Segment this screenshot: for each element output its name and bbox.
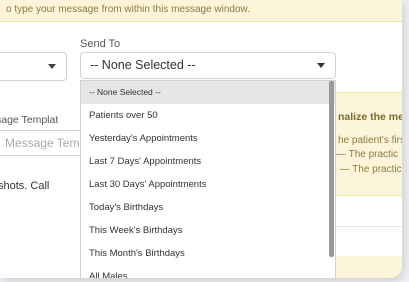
message-form-card: o type your message from within this mes…: [0, 0, 402, 278]
send-to-label: Send To: [80, 38, 121, 50]
personalize-line: — The practic: [336, 149, 399, 160]
personalize-panel: nalize the me he patient's firs — The pr…: [332, 92, 402, 196]
dropdown-option[interactable]: Yesterday's Appointments: [81, 127, 335, 150]
send-to-dropdown-list: -- None Selected -- Patients over 50 Yes…: [80, 80, 336, 278]
left-select[interactable]: [0, 52, 67, 81]
personalize-line: ] — The practic: [334, 164, 402, 175]
dropdown-option[interactable]: Patients over 50: [81, 104, 335, 127]
send-to-select[interactable]: -- None Selected --: [80, 52, 336, 79]
info-banner-text: o type your message from within this mes…: [6, 4, 250, 15]
message-body-text: shots. Call: [0, 180, 50, 192]
dropdown-option[interactable]: Last 7 Days' Appointments: [81, 150, 335, 173]
dropdown-option[interactable]: This Week's Birthdays: [81, 219, 335, 242]
bottom-banner: [335, 256, 402, 278]
dropdown-option[interactable]: Last 30 Days' Appointments: [81, 173, 335, 196]
message-template-input[interactable]: Message Tem: [0, 130, 82, 156]
dropdown-option[interactable]: All Males: [81, 265, 335, 278]
dropdown-option[interactable]: -- None Selected --: [81, 81, 335, 104]
chevron-down-icon: [317, 63, 325, 68]
info-banner: o type your message from within this mes…: [0, 0, 402, 22]
personalize-title: nalize the me: [338, 111, 402, 123]
personalize-line: he patient's firs: [338, 135, 402, 146]
chevron-down-icon: [48, 64, 56, 69]
dropdown-option[interactable]: Today's Birthdays: [81, 196, 335, 219]
message-template-placeholder: Message Tem: [5, 136, 80, 150]
message-template-label: sage Templat: [0, 114, 59, 126]
dropdown-option[interactable]: This Month's Birthdays: [81, 242, 335, 265]
dropdown-scrollbar[interactable]: [329, 81, 334, 257]
divider: [335, 226, 402, 227]
send-to-selected-value: -- None Selected --: [90, 58, 196, 72]
